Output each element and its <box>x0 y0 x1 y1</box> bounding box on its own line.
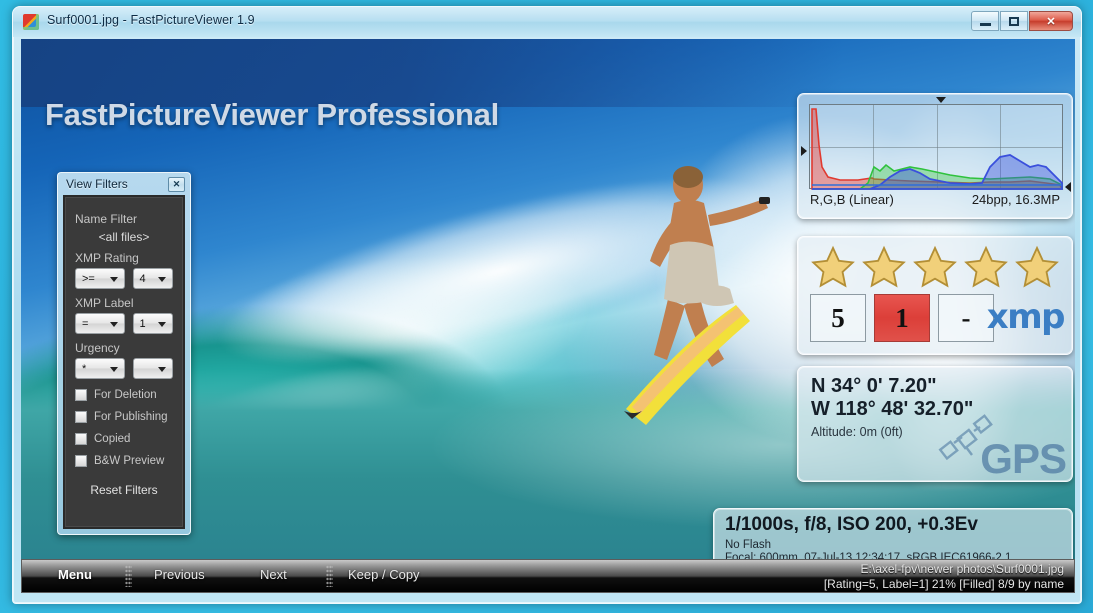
xmp-rating-operator-select[interactable]: >= <box>75 268 125 289</box>
photo-viewport[interactable]: FastPictureViewer Professional R,G,B (Li… <box>21 39 1075 559</box>
chevron-down-icon <box>109 277 118 282</box>
checkbox-copied[interactable]: Copied <box>75 433 173 445</box>
desktop-background: Surf0001.jpg - FastPictureViewer 1.9 ✕ F… <box>0 0 1093 613</box>
app-logo-icon <box>23 14 39 30</box>
histogram-right-marker[interactable] <box>1065 182 1071 192</box>
xmp-rating-value-select[interactable]: 4 <box>132 268 173 289</box>
window-title: Surf0001.jpg - FastPictureViewer 1.9 <box>47 13 255 27</box>
checkbox-bw-preview-label: B&W Preview <box>94 455 165 467</box>
star-icon[interactable] <box>810 245 856 289</box>
exif-details: Focal: 600mm, 07-Jul-13 12:34:17, sRGB I… <box>725 552 1012 559</box>
gps-logo: GPS <box>980 435 1067 482</box>
xmp-label-operator-select[interactable]: = <box>75 313 125 334</box>
view-filters-title: View Filters <box>66 177 128 191</box>
star-rating[interactable] <box>810 245 1060 289</box>
xmp-label-value-select[interactable]: 1 <box>132 313 173 334</box>
checkbox-icon <box>75 433 87 445</box>
histogram-panel[interactable]: R,G,B (Linear) 24bpp, 16.3MP <box>797 93 1073 219</box>
maximize-icon <box>1009 16 1019 26</box>
chevron-down-icon <box>158 277 166 282</box>
checkbox-for-deletion-label: For Deletion <box>94 389 157 401</box>
chevron-down-icon <box>109 322 118 327</box>
urgency-label: Urgency <box>75 341 120 355</box>
xmp-label-row: = 1 <box>75 313 173 334</box>
checkbox-for-publishing-label: For Publishing <box>94 411 168 423</box>
exif-panel[interactable]: 1/1000s, f/8, ISO 200, +0.3Ev No Flash F… <box>713 508 1073 559</box>
xmp-rating-row: >= 4 <box>75 268 173 289</box>
application-window: Surf0001.jpg - FastPictureViewer 1.9 ✕ F… <box>12 6 1082 604</box>
checkbox-copied-label: Copied <box>94 433 131 445</box>
urgency-operator-select[interactable]: * <box>75 358 125 379</box>
checkbox-icon <box>75 411 87 423</box>
name-filter-value[interactable]: <all files> <box>75 230 173 244</box>
checkbox-for-publishing[interactable]: For Publishing <box>75 411 173 423</box>
checkbox-icon <box>75 389 87 401</box>
star-icon[interactable] <box>963 245 1009 289</box>
gps-panel[interactable]: N 34° 0' 7.20" W 118° 48' 32.70" Altitud… <box>797 366 1073 482</box>
checkbox-icon <box>75 455 87 467</box>
xmp-label-value: 1 <box>139 317 146 330</box>
close-button[interactable]: ✕ <box>1029 11 1073 31</box>
gps-latitude: N 34° 0' 7.20" <box>811 375 937 397</box>
grip-handle[interactable] <box>125 565 132 587</box>
xmp-badges: 5 1 - <box>810 294 994 342</box>
minimize-button[interactable] <box>971 11 999 31</box>
histogram-plot <box>809 104 1064 190</box>
grip-handle[interactable] <box>326 565 333 587</box>
name-filter-label: Name Filter <box>75 212 138 226</box>
maximize-button[interactable] <box>1000 11 1028 31</box>
status-bar: Menu Previous Next Keep / Copy E:\axel-f… <box>21 559 1075 593</box>
star-icon[interactable] <box>861 245 907 289</box>
xmp-rating-operator-value: >= <box>82 272 95 285</box>
reset-filters-button[interactable]: Reset Filters <box>75 483 173 497</box>
exif-headline: 1/1000s, f/8, ISO 200, +0.3Ev <box>725 514 978 535</box>
checkbox-for-deletion[interactable]: For Deletion <box>75 389 173 401</box>
checkbox-bw-preview[interactable]: B&W Preview <box>75 455 173 467</box>
photo-surfer <box>616 159 796 459</box>
star-icon[interactable] <box>912 245 958 289</box>
gps-altitude: Altitude: 0m (0ft) <box>811 425 903 439</box>
xmp-logo: xmp <box>986 297 1066 337</box>
xmp-label-label: XMP Label <box>75 296 134 310</box>
minimize-icon <box>979 22 991 26</box>
xmp-label-operator-value: = <box>82 317 89 330</box>
status-file-path: E:\axel-fpv\newer photos\Surf0001.jpg <box>860 562 1064 576</box>
histogram-top-marker[interactable] <box>936 97 946 103</box>
view-filters-body: Name Filter <all files> XMP Rating >= 4 <box>63 195 185 529</box>
view-filters-close-button[interactable]: ✕ <box>168 177 185 192</box>
window-controls: ✕ <box>971 11 1073 31</box>
xmp-rating-label: XMP Rating <box>75 251 139 265</box>
urgency-row: * <box>75 358 173 379</box>
histogram-left-marker[interactable] <box>801 146 807 156</box>
chevron-down-icon <box>109 367 118 372</box>
urgency-badge[interactable]: - <box>938 294 994 342</box>
xmp-rating-panel[interactable]: 5 1 - xmp <box>797 236 1073 355</box>
exif-flash: No Flash <box>725 539 772 551</box>
status-metadata: [Rating=5, Label=1] 21% [Filled] 8/9 by … <box>823 577 1064 591</box>
urgency-value-select[interactable] <box>132 358 173 379</box>
chevron-down-icon <box>158 367 166 372</box>
star-icon[interactable] <box>1014 245 1060 289</box>
window-titlebar[interactable]: Surf0001.jpg - FastPictureViewer 1.9 ✕ <box>13 7 1081 37</box>
previous-button[interactable]: Previous <box>154 567 205 582</box>
keep-copy-button[interactable]: Keep / Copy <box>348 567 420 582</box>
rating-badge[interactable]: 5 <box>810 294 866 342</box>
chevron-down-icon <box>158 322 166 327</box>
status-info: E:\axel-fpv\newer photos\Surf0001.jpg [R… <box>770 560 1070 592</box>
page-title: FastPictureViewer Professional <box>45 97 499 132</box>
histogram-mode-label: R,G,B (Linear) <box>810 192 894 207</box>
view-filters-window[interactable]: View Filters ✕ Name Filter <all files> X… <box>57 172 191 535</box>
next-button[interactable]: Next <box>260 567 287 582</box>
histogram-depth-label: 24bpp, 16.3MP <box>971 192 1060 207</box>
menu-button[interactable]: Menu <box>58 567 92 582</box>
urgency-operator-value: * <box>82 362 87 375</box>
label-badge[interactable]: 1 <box>874 294 930 342</box>
xmp-rating-value: 4 <box>139 272 146 285</box>
